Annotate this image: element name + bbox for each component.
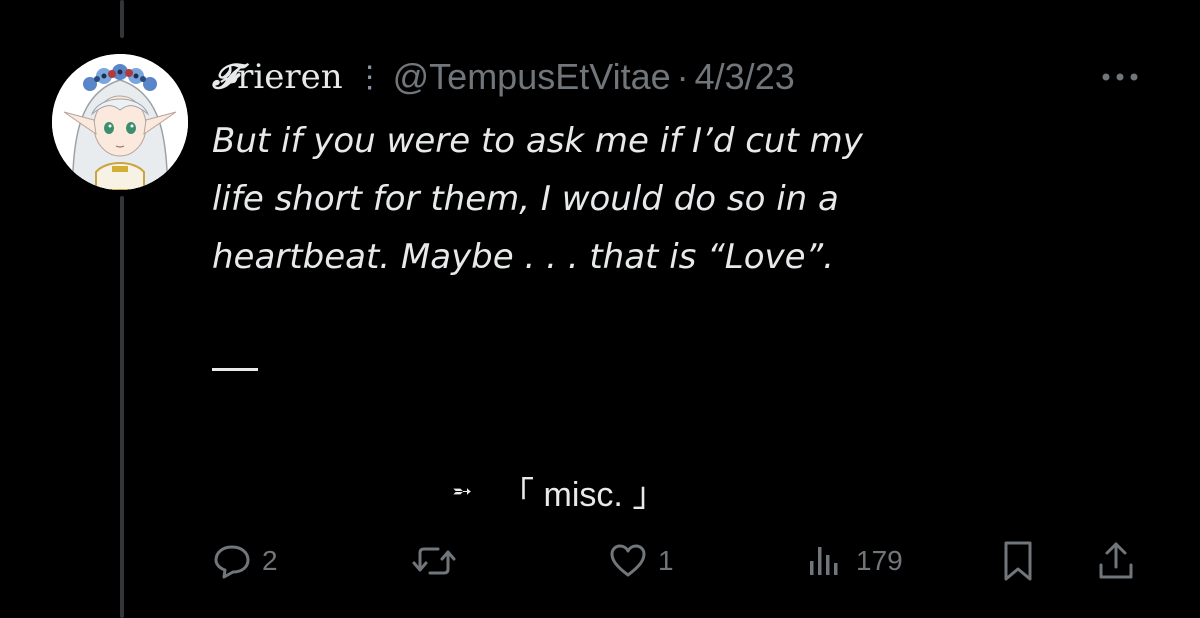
like-count: 1: [658, 545, 674, 576]
views-bar-chart-icon: [810, 547, 838, 575]
more-options-button[interactable]: [1096, 62, 1144, 92]
bookmark-button[interactable]: [998, 536, 1038, 586]
action-bar: 2 1 179: [0, 536, 1200, 586]
tweet-header: 𝓕rieren ⋮ @TempusEtVitae · 4/3/23: [212, 52, 795, 102]
tweet-text: But if you were to ask me if I’d cut my …: [212, 112, 932, 286]
display-name-rest: rieren: [237, 57, 343, 97]
retweet-icon: [412, 547, 456, 575]
views-count: 179: [856, 545, 903, 576]
bookmark-icon: [1004, 541, 1032, 581]
misc-footer: ➵ 「 misc. 」: [452, 466, 666, 516]
share-button[interactable]: [1096, 536, 1136, 586]
reply-button[interactable]: 2: [212, 536, 278, 586]
reply-bubble-icon: [214, 545, 250, 579]
em-dash-divider: [212, 368, 258, 371]
tweet-text-line: But if you were to ask me if I’d cut my: [212, 121, 863, 161]
thread-line-top: [120, 0, 124, 38]
separator-dot: ·: [676, 56, 689, 97]
user-handle[interactable]: @TempusEtVitae: [393, 56, 671, 98]
like-button[interactable]: 1: [608, 536, 674, 586]
name-badge: ⋮: [354, 60, 385, 94]
display-name[interactable]: 𝓕rieren: [212, 57, 343, 97]
tweet-text-line: heartbeat. Maybe . . . that is “Love”.: [212, 237, 834, 277]
views-button[interactable]: 179: [806, 536, 903, 586]
display-name-initial: 𝓕: [212, 57, 238, 97]
avatar-illustration: [52, 54, 188, 190]
tweet-date[interactable]: 4/3/23: [695, 56, 795, 98]
reply-count: 2: [262, 545, 278, 576]
retweet-button[interactable]: [412, 536, 466, 586]
misc-label: 「 misc. 」: [500, 475, 667, 514]
share-upload-icon: [1099, 542, 1133, 579]
heart-icon: [610, 544, 646, 577]
arrow-icon: ➵: [452, 477, 473, 505]
more-horizontal-icon: [1102, 73, 1138, 81]
avatar[interactable]: [52, 54, 188, 190]
tweet-text-line: life short for them, I would do so in a: [212, 179, 839, 219]
